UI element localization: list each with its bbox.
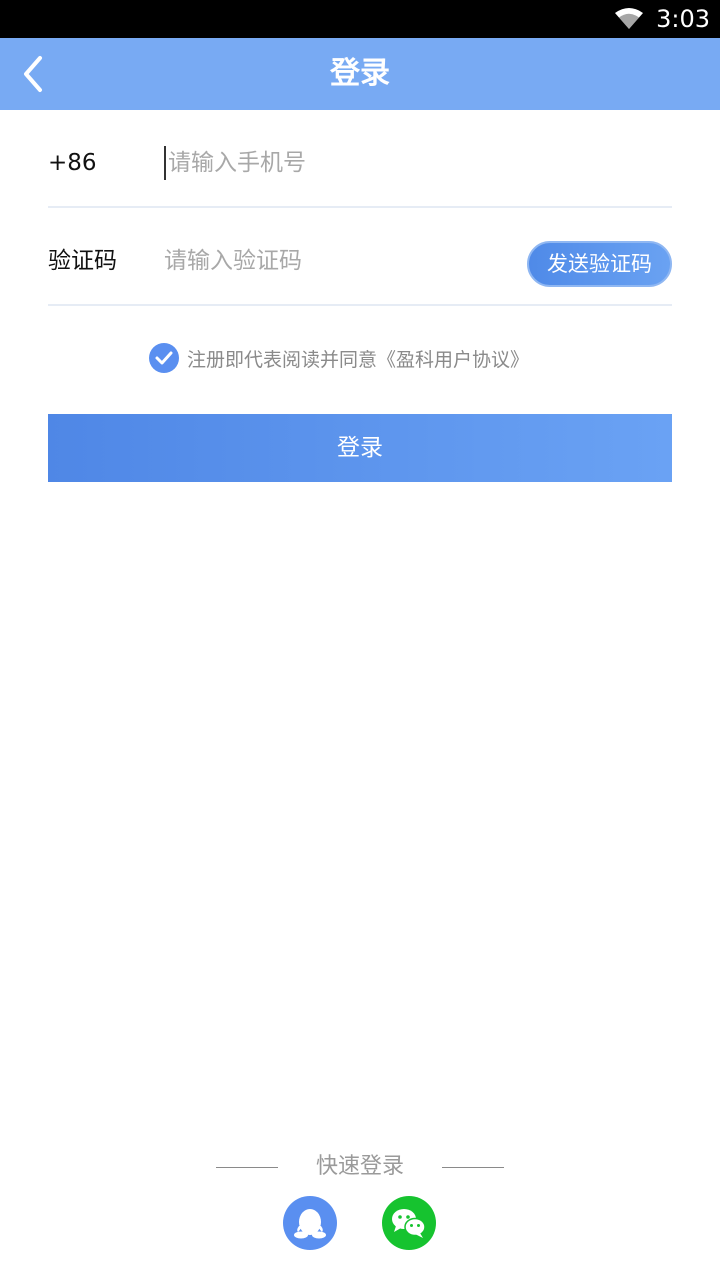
verification-code-input[interactable] bbox=[164, 244, 504, 278]
wechat-login-button[interactable] bbox=[382, 1196, 436, 1250]
quick-login-label: 快速登录 bbox=[315, 1154, 404, 1179]
qq-login-button[interactable] bbox=[283, 1196, 337, 1250]
verification-code-label: 验证码 bbox=[48, 248, 117, 274]
agreement-text[interactable]: 注册即代表阅读并同意《盈科用户协议》 bbox=[187, 345, 529, 372]
status-time: 3:03 bbox=[656, 5, 710, 33]
check-circle-icon[interactable] bbox=[149, 343, 179, 373]
page-title: 登录 bbox=[330, 56, 390, 91]
divider-line-right bbox=[442, 1167, 504, 1168]
quick-login-divider: 快速登录 bbox=[0, 1150, 720, 1184]
wechat-icon bbox=[392, 1209, 426, 1238]
qq-icon bbox=[294, 1209, 326, 1239]
country-code-label: +86 bbox=[48, 150, 97, 176]
phone-row: +86 bbox=[48, 110, 672, 208]
login-button[interactable]: 登录 bbox=[48, 414, 672, 482]
status-bar: 3:03 bbox=[0, 0, 720, 38]
app-bar: 登录 bbox=[0, 38, 720, 110]
verification-code-row: 验证码 发送验证码 bbox=[48, 208, 672, 306]
agreement: 注册即代表阅读并同意《盈科用户协议》 bbox=[149, 342, 529, 374]
phone-input[interactable] bbox=[164, 146, 504, 180]
wifi-icon bbox=[615, 8, 643, 29]
send-code-button[interactable]: 发送验证码 bbox=[527, 241, 672, 287]
